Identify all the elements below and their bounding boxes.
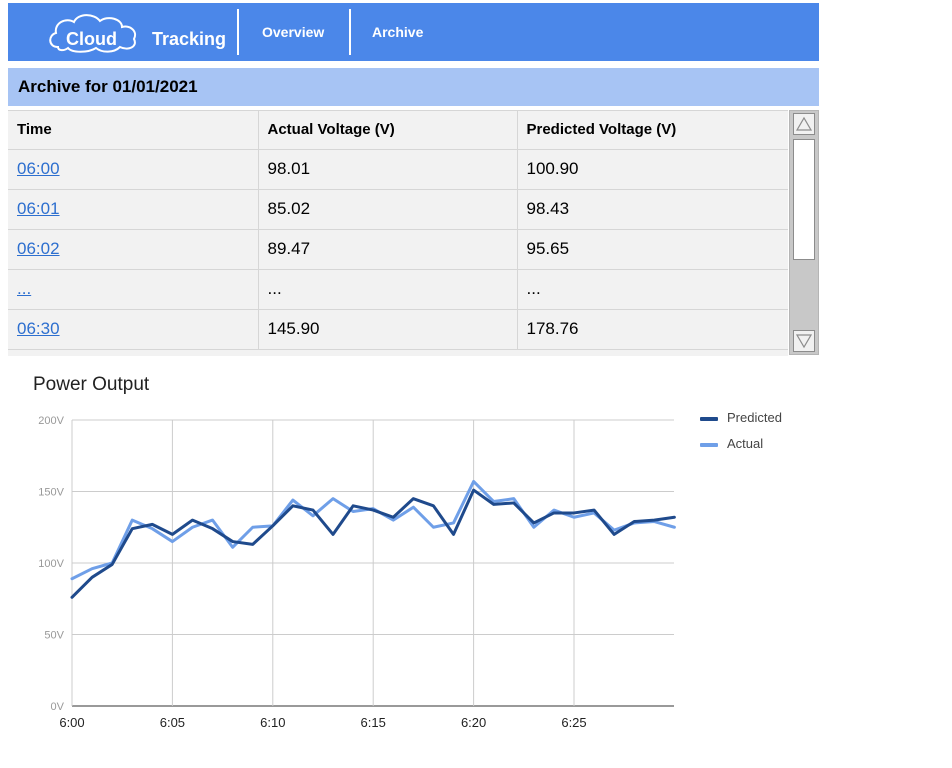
x-tick-label: 6:05 <box>160 715 185 730</box>
triangle-up-icon <box>796 116 812 131</box>
y-tick-label: 150V <box>38 487 64 499</box>
time-cell: 06:30 <box>8 309 258 350</box>
top-navbar: Cloud Tracking Overview Archive <box>8 3 819 61</box>
time-link[interactable]: 06:02 <box>17 239 60 258</box>
legend-label-actual: Actual <box>727 436 764 451</box>
nav-divider <box>349 9 351 55</box>
column-header-actual-voltage: Actual Voltage (V) <box>257 111 517 150</box>
predicted-voltage-cell: ... <box>516 269 788 310</box>
legend-label-predicted: Predicted <box>727 410 782 425</box>
predicted-voltage-cell: 98.43 <box>516 189 788 230</box>
time-cell: ... <box>8 269 258 310</box>
legend-item-predicted: Predicted <box>700 410 782 425</box>
actual-voltage-cell: 89.47 <box>257 229 517 270</box>
time-link[interactable]: 06:30 <box>17 319 60 338</box>
scroll-thumb[interactable] <box>793 139 815 260</box>
logo-cloud-text: Cloud <box>66 29 117 49</box>
table-row: 06:30 145.90 178.76 <box>8 309 788 350</box>
predicted-voltage-cell: 95.65 <box>516 229 788 270</box>
table-row: 06:00 98.01 100.90 <box>8 149 788 190</box>
time-cell: 06:01 <box>8 189 258 230</box>
time-link[interactable]: 06:00 <box>17 159 60 178</box>
actual-voltage-cell: 145.90 <box>257 309 517 350</box>
logo-tracking-text: Tracking <box>152 29 227 49</box>
triangle-down-icon <box>796 334 812 349</box>
column-header-predicted-voltage: Predicted Voltage (V) <box>516 111 788 150</box>
table-header-row: Time Actual Voltage (V) Predicted Voltag… <box>8 111 788 150</box>
y-tick-label: 50V <box>44 630 64 642</box>
nav-link-overview[interactable]: Overview <box>262 24 324 40</box>
time-link[interactable]: 06:01 <box>17 199 60 218</box>
table-row: 06:02 89.47 95.65 <box>8 229 788 270</box>
power-output-chart: 0V 50V 100V 150V 200V 6:00 6:05 6:10 6:15 6:20 6:2… <box>38 415 676 730</box>
table-row: 06:01 85.02 98.43 <box>8 189 788 230</box>
y-tick-label: 0V <box>51 701 65 713</box>
x-tick-label: 6:15 <box>361 715 386 730</box>
legend-swatch-actual <box>700 442 718 447</box>
legend-swatch-predicted <box>700 416 718 421</box>
predicted-voltage-cell: 178.76 <box>516 309 788 350</box>
chart-title: Power Output <box>33 374 150 395</box>
actual-voltage-cell: 98.01 <box>257 149 517 190</box>
time-cell: 06:02 <box>8 229 258 270</box>
y-tick-label: 200V <box>38 415 64 427</box>
table-row: ... ... ... <box>8 269 788 310</box>
table-scrollbar[interactable] <box>789 110 819 355</box>
x-tick-label: 6:20 <box>461 715 486 730</box>
actual-voltage-cell: ... <box>257 269 517 310</box>
cloud-tracking-logo[interactable]: Cloud Tracking <box>46 9 236 55</box>
scroll-down-button[interactable] <box>793 330 815 352</box>
predicted-voltage-cell: 100.90 <box>516 149 788 190</box>
nav-link-archive[interactable]: Archive <box>372 24 423 40</box>
x-tick-label: 6:25 <box>561 715 586 730</box>
actual-voltage-cell: 85.02 <box>257 189 517 230</box>
scroll-up-button[interactable] <box>793 113 815 135</box>
archive-table-container: Time Actual Voltage (V) Predicted Voltag… <box>8 110 788 356</box>
column-header-time: Time <box>8 111 258 150</box>
archive-title: Archive for 01/01/2021 <box>8 68 819 106</box>
x-tick-label: 6:10 <box>260 715 285 730</box>
x-tick-label: 6:00 <box>59 715 84 730</box>
time-cell: 06:00 <box>8 149 258 190</box>
time-link[interactable]: ... <box>17 279 31 298</box>
nav-divider <box>237 9 239 55</box>
archive-table: Time Actual Voltage (V) Predicted Voltag… <box>8 111 788 350</box>
y-tick-label: 100V <box>38 558 64 570</box>
legend-item-actual: Actual <box>700 436 763 451</box>
